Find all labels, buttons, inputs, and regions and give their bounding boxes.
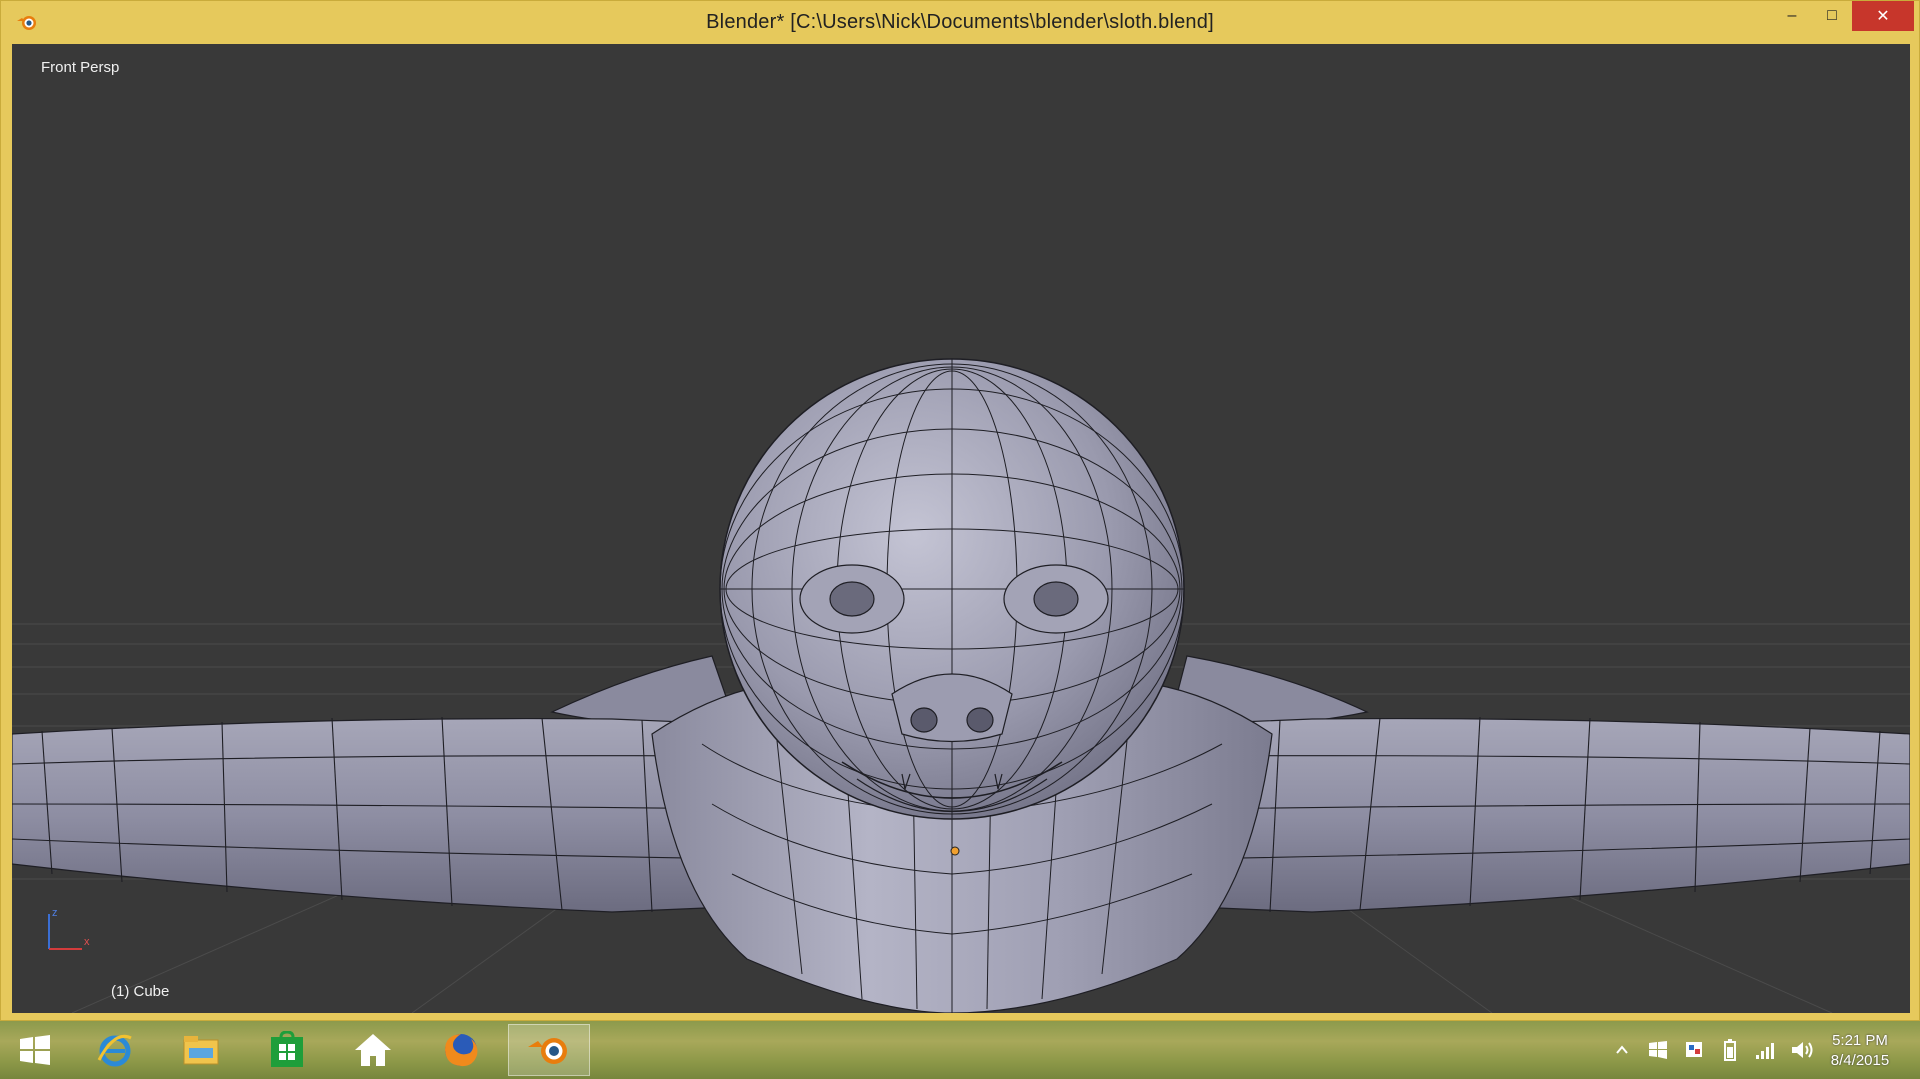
clock-time: 5:21 PM: [1832, 1032, 1888, 1049]
axis-z-label: z: [52, 907, 58, 919]
right-arm: [1171, 717, 1910, 913]
tray-battery[interactable]: [1717, 1037, 1743, 1063]
taskbar: 5:21 PM 8/4/2015: [0, 1021, 1920, 1079]
blender-icon: [528, 1038, 567, 1064]
windows-flag-icon: [1649, 1041, 1667, 1059]
show-hidden-icons-button[interactable]: [1609, 1037, 1635, 1063]
action-center-flag-icon: [1686, 1042, 1702, 1057]
tray-windows[interactable]: [1645, 1037, 1671, 1063]
taskbar-blender[interactable]: [508, 1024, 590, 1076]
tray-network[interactable]: [1753, 1037, 1779, 1063]
firefox-icon: [445, 1034, 478, 1067]
taskbar-firefox[interactable]: [420, 1024, 502, 1076]
battery-icon: [1724, 1039, 1736, 1061]
scene-canvas[interactable]: z x: [12, 44, 1910, 1013]
object-origin: [950, 846, 960, 856]
maximize-icon: □: [1827, 7, 1837, 24]
home-icon: [355, 1034, 391, 1066]
maximize-button[interactable]: □: [1812, 1, 1852, 31]
title-bar[interactable]: Blender* [C:\Users\Nick\Documents\blende…: [1, 1, 1919, 44]
taskbar-store[interactable]: [246, 1024, 328, 1076]
folder-icon: [183, 1036, 219, 1065]
minimize-button[interactable]: ‒: [1772, 1, 1812, 31]
store-icon: [271, 1031, 303, 1067]
active-object-label: (1) Cube: [111, 983, 170, 1000]
blender-window: Blender* [C:\Users\Nick\Documents\blende…: [0, 0, 1920, 1021]
system-tray: [1604, 1021, 1820, 1079]
minimize-icon: ‒: [1787, 7, 1797, 24]
3d-viewport[interactable]: z x Front Persp (1) Cube: [12, 44, 1910, 1013]
left-arm: [12, 717, 753, 913]
view-name-label: Front Persp: [41, 59, 120, 76]
tray-action-center[interactable]: [1681, 1037, 1707, 1063]
windows-logo-icon: [20, 1035, 50, 1065]
chevron-up-icon: [1616, 1045, 1628, 1054]
internet-explorer-icon: [97, 1034, 132, 1067]
close-button[interactable]: ✕: [1852, 1, 1914, 31]
close-icon: ✕: [1876, 8, 1890, 25]
axis-x-label: x: [84, 936, 90, 948]
taskbar-home[interactable]: [332, 1024, 414, 1076]
taskbar-internet-explorer[interactable]: [74, 1024, 156, 1076]
signal-bars-icon: [1756, 1043, 1774, 1059]
clock-date: 8/4/2015: [1830, 1052, 1890, 1069]
axis-gizmo: z x: [48, 907, 90, 950]
taskbar-file-explorer[interactable]: [160, 1024, 242, 1076]
taskbar-clock[interactable]: 5:21 PM 8/4/2015: [1812, 1031, 1908, 1071]
start-button[interactable]: [0, 1024, 70, 1076]
window-title: Blender* [C:\Users\Nick\Documents\blende…: [706, 11, 1214, 33]
speaker-icon: [1792, 1042, 1813, 1058]
